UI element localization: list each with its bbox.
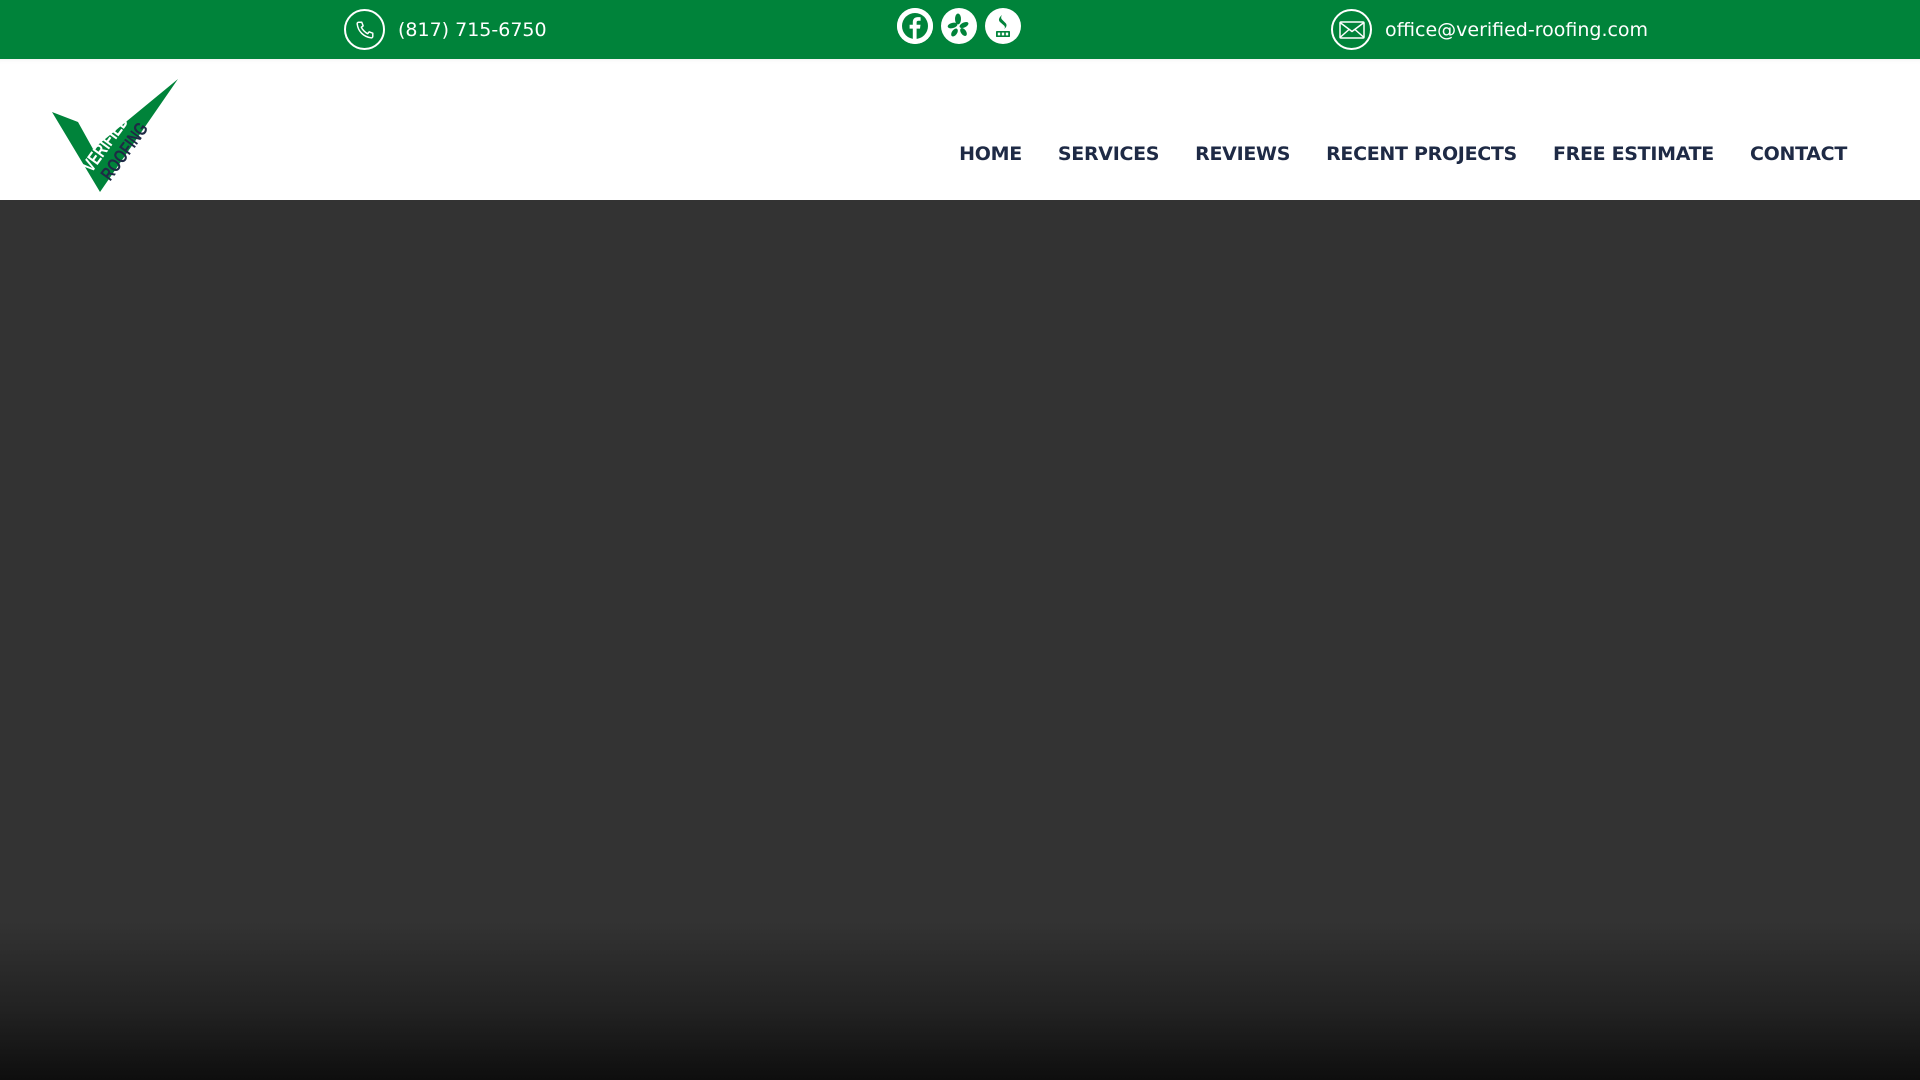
nav-recent-projects[interactable]: RECENT PROJECTS [1326, 143, 1517, 165]
hero-section [0, 200, 1920, 1080]
site-header: VERIFIED ROOFING HOME SERVICES REVIEWS R… [0, 59, 1920, 200]
mail-icon [1331, 9, 1372, 50]
nav-contact[interactable]: CONTACT [1750, 143, 1847, 165]
top-contact-bar: (817) 715-6750 office@verified-roofing.c… [0, 0, 1920, 59]
phone-link[interactable]: (817) 715-6750 [344, 9, 547, 50]
phone-number: (817) 715-6750 [398, 18, 547, 41]
nav-free-estimate[interactable]: FREE ESTIMATE [1553, 143, 1714, 165]
main-nav: HOME SERVICES REVIEWS RECENT PROJECTS FR… [959, 143, 1847, 165]
facebook-icon[interactable] [897, 8, 933, 44]
email-link[interactable]: office@verified-roofing.com [1331, 9, 1648, 50]
email-address: office@verified-roofing.com [1385, 18, 1649, 41]
nav-services[interactable]: SERVICES [1058, 143, 1160, 165]
nav-reviews[interactable]: REVIEWS [1195, 143, 1290, 165]
social-links [897, 8, 1021, 44]
phone-icon [344, 9, 385, 50]
nav-home[interactable]: HOME [959, 143, 1022, 165]
verified-roofing-logo[interactable]: VERIFIED ROOFING [50, 77, 182, 197]
bbb-icon[interactable] [985, 8, 1021, 44]
yelp-icon[interactable] [941, 8, 977, 44]
